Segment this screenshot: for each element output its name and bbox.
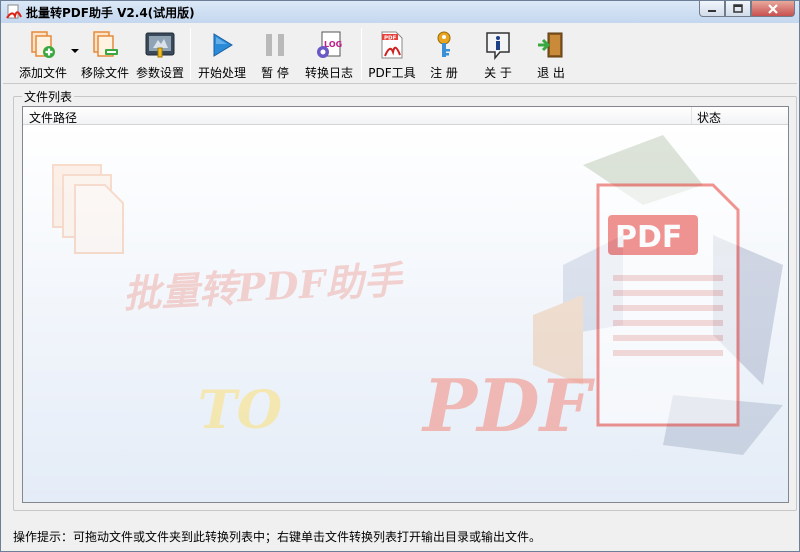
svg-text:PDF: PDF — [384, 35, 397, 41]
toolbar-divider — [3, 83, 797, 84]
info-icon — [486, 31, 510, 60]
log-icon: LOG — [317, 31, 342, 58]
exit-button[interactable]: 退 出 — [527, 27, 575, 81]
about-label: 关 于 — [484, 66, 512, 80]
remove-file-icon — [93, 30, 118, 57]
app-window: 批量转PDF助手 V2.4(试用版) 添加文件 移除文件 参数设置 开始处理 暂… — [0, 0, 800, 552]
pdf-tool-label: PDF工具 — [368, 66, 416, 80]
add-file-icon — [31, 30, 55, 58]
file-list[interactable]: 文件路径 状态 PDF 批量转PDF助手 TO PDF — [22, 106, 789, 503]
app-pdf-icon — [6, 4, 22, 19]
register-button[interactable]: 注 册 — [419, 27, 469, 81]
column-header-path[interactable]: 文件路径 — [29, 109, 77, 126]
maximize-icon — [733, 4, 743, 13]
toolbar: 添加文件 移除文件 参数设置 开始处理 暂 停 LOG 转换日志 PDF PDF… — [9, 27, 575, 83]
add-file-label: 添加文件 — [18, 66, 67, 80]
register-key-icon — [437, 31, 451, 57]
remove-file-button[interactable]: 移除文件 — [77, 27, 133, 81]
watermark-pdf-text: PDF — [421, 363, 596, 448]
pause-icon — [266, 33, 284, 56]
log-label: 转换日志 — [304, 66, 353, 80]
start-label: 开始处理 — [197, 66, 246, 80]
close-button[interactable] — [751, 1, 795, 17]
about-button[interactable]: 关 于 — [469, 27, 527, 81]
close-icon — [768, 3, 778, 14]
pdf-tool-icon: PDF — [381, 31, 403, 58]
log-button[interactable]: LOG 转换日志 — [300, 27, 358, 81]
watermark-pdf-document: PDF — [596, 183, 740, 427]
watermark-pdf-badge: PDF — [615, 220, 682, 255]
watermark-background: PDF 批量转PDF助手 TO PDF — [23, 125, 788, 502]
pause-button[interactable]: 暂 停 — [250, 27, 300, 81]
minimize-icon — [708, 9, 716, 12]
settings-icon — [145, 32, 175, 57]
title-bar[interactable]: 批量转PDF助手 V2.4(试用版) — [1, 1, 799, 23]
exit-label: 退 出 — [537, 66, 565, 80]
start-button[interactable]: 开始处理 — [194, 27, 250, 81]
remove-file-label: 移除文件 — [80, 66, 129, 80]
settings-label: 参数设置 — [135, 66, 184, 80]
maximize-button[interactable] — [725, 1, 751, 17]
file-list-header: 文件路径 状态 — [23, 107, 788, 125]
pause-label: 暂 停 — [261, 66, 289, 80]
add-file-button[interactable]: 添加文件 — [9, 27, 79, 81]
column-header-status[interactable]: 状态 — [697, 109, 721, 126]
minimize-button[interactable] — [699, 1, 725, 17]
play-icon — [213, 32, 233, 57]
caption-buttons — [699, 1, 795, 17]
watermark-to-text: TO — [198, 380, 282, 441]
column-divider[interactable] — [691, 107, 692, 124]
settings-button[interactable]: 参数设置 — [133, 27, 187, 81]
register-label: 注 册 — [430, 66, 458, 80]
status-hint: 操作提示：可拖动文件或文件夹到此转换列表中；右键单击文件转换列表打开输出目录或输… — [13, 530, 542, 544]
file-list-group-label: 文件列表 — [22, 88, 75, 105]
exit-icon — [538, 32, 563, 57]
window-title: 批量转PDF助手 V2.4(试用版) — [26, 6, 195, 20]
pdf-tool-button[interactable]: PDF PDF工具 — [365, 27, 419, 81]
toolbar-separator — [190, 28, 191, 80]
toolbar-separator — [361, 28, 362, 80]
